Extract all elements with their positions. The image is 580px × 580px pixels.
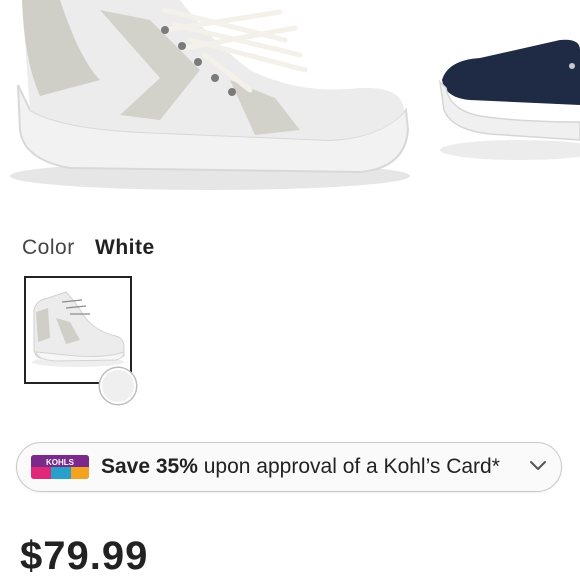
chevron-down-icon[interactable]	[529, 459, 547, 473]
color-label: Color	[22, 236, 75, 259]
kohls-card-promo-banner[interactable]: KOHLS Save 35% upon approval of a Kohl’s…	[16, 442, 562, 492]
promo-text: Save 35% upon approval of a Kohl’s Card*	[101, 455, 500, 479]
color-selection-row: Color White	[22, 236, 155, 260]
sneaker-thumbnail-image	[32, 291, 125, 367]
product-price: $79.99	[20, 534, 149, 578]
promo-detail-text: upon approval of a Kohl’s Card*	[197, 455, 500, 478]
kohls-card-icon: KOHLS	[31, 455, 89, 479]
svg-text:KOHLS: KOHLS	[46, 458, 75, 467]
product-image-gallery[interactable]	[0, 0, 580, 222]
promo-bold-text: Save 35%	[101, 455, 198, 478]
color-swatch-white-dot[interactable]	[100, 368, 136, 404]
gallery-divider	[420, 0, 438, 222]
white-sneaker-image[interactable]	[0, 0, 580, 222]
selected-color-value: White	[95, 236, 155, 259]
